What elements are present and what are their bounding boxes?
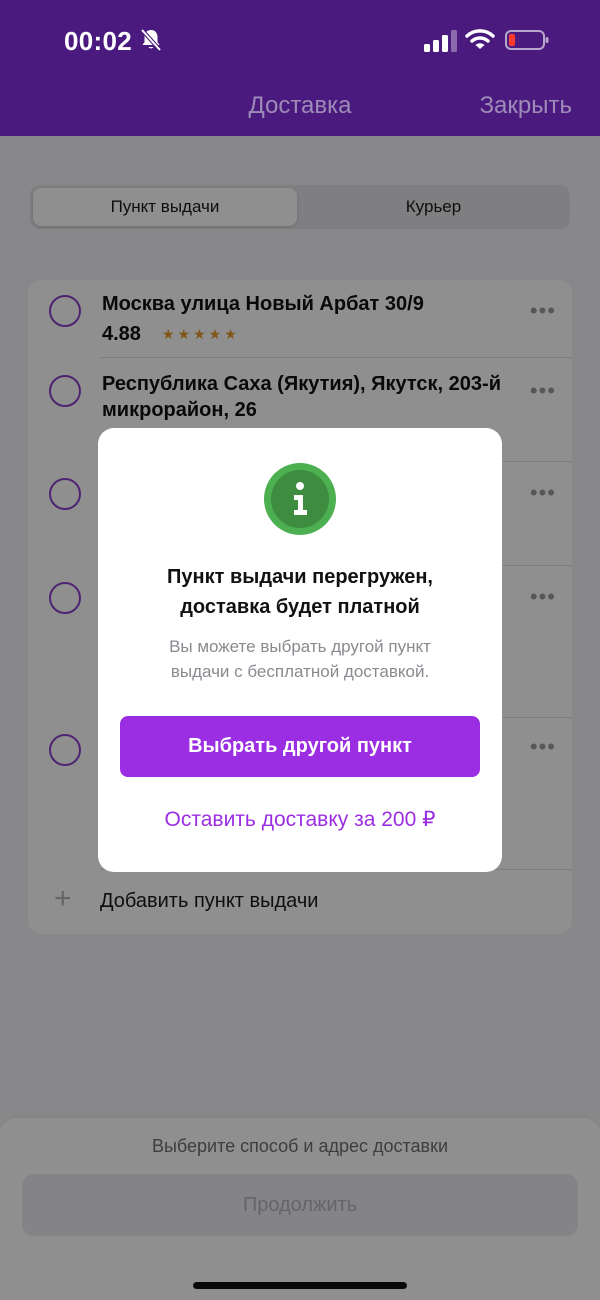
bell-slash-icon (140, 28, 162, 52)
nav-bar: Доставка Закрыть (0, 80, 600, 136)
keep-paid-delivery-button[interactable]: Оставить доставку за 200 ₽ (120, 794, 480, 844)
dialog-title-line: доставка будет платной (180, 596, 420, 618)
battery-low-icon (505, 30, 549, 50)
dialog-title-line: Пункт выдачи перегружен, (167, 566, 433, 588)
close-button[interactable]: Закрыть (480, 92, 572, 120)
info-icon (264, 463, 336, 535)
wifi-icon (465, 29, 495, 49)
dialog-title: Пункт выдачи перегружен, доставка будет … (118, 562, 482, 622)
dialog-message-line: выдачи с бесплатной доставкой. (170, 662, 430, 681)
status-time: 00:02 (64, 26, 132, 56)
choose-another-point-button[interactable]: Выбрать другой пункт (120, 716, 480, 777)
dialog-message-line: Вы можете выбрать другой пункт (169, 637, 431, 656)
cellular-signal-icon (424, 30, 457, 52)
dialog-message: Вы можете выбрать другой пункт выдачи с … (138, 634, 462, 684)
status-bar: 00:02 (0, 0, 600, 80)
overload-dialog: Пункт выдачи перегружен, доставка будет … (98, 428, 502, 872)
